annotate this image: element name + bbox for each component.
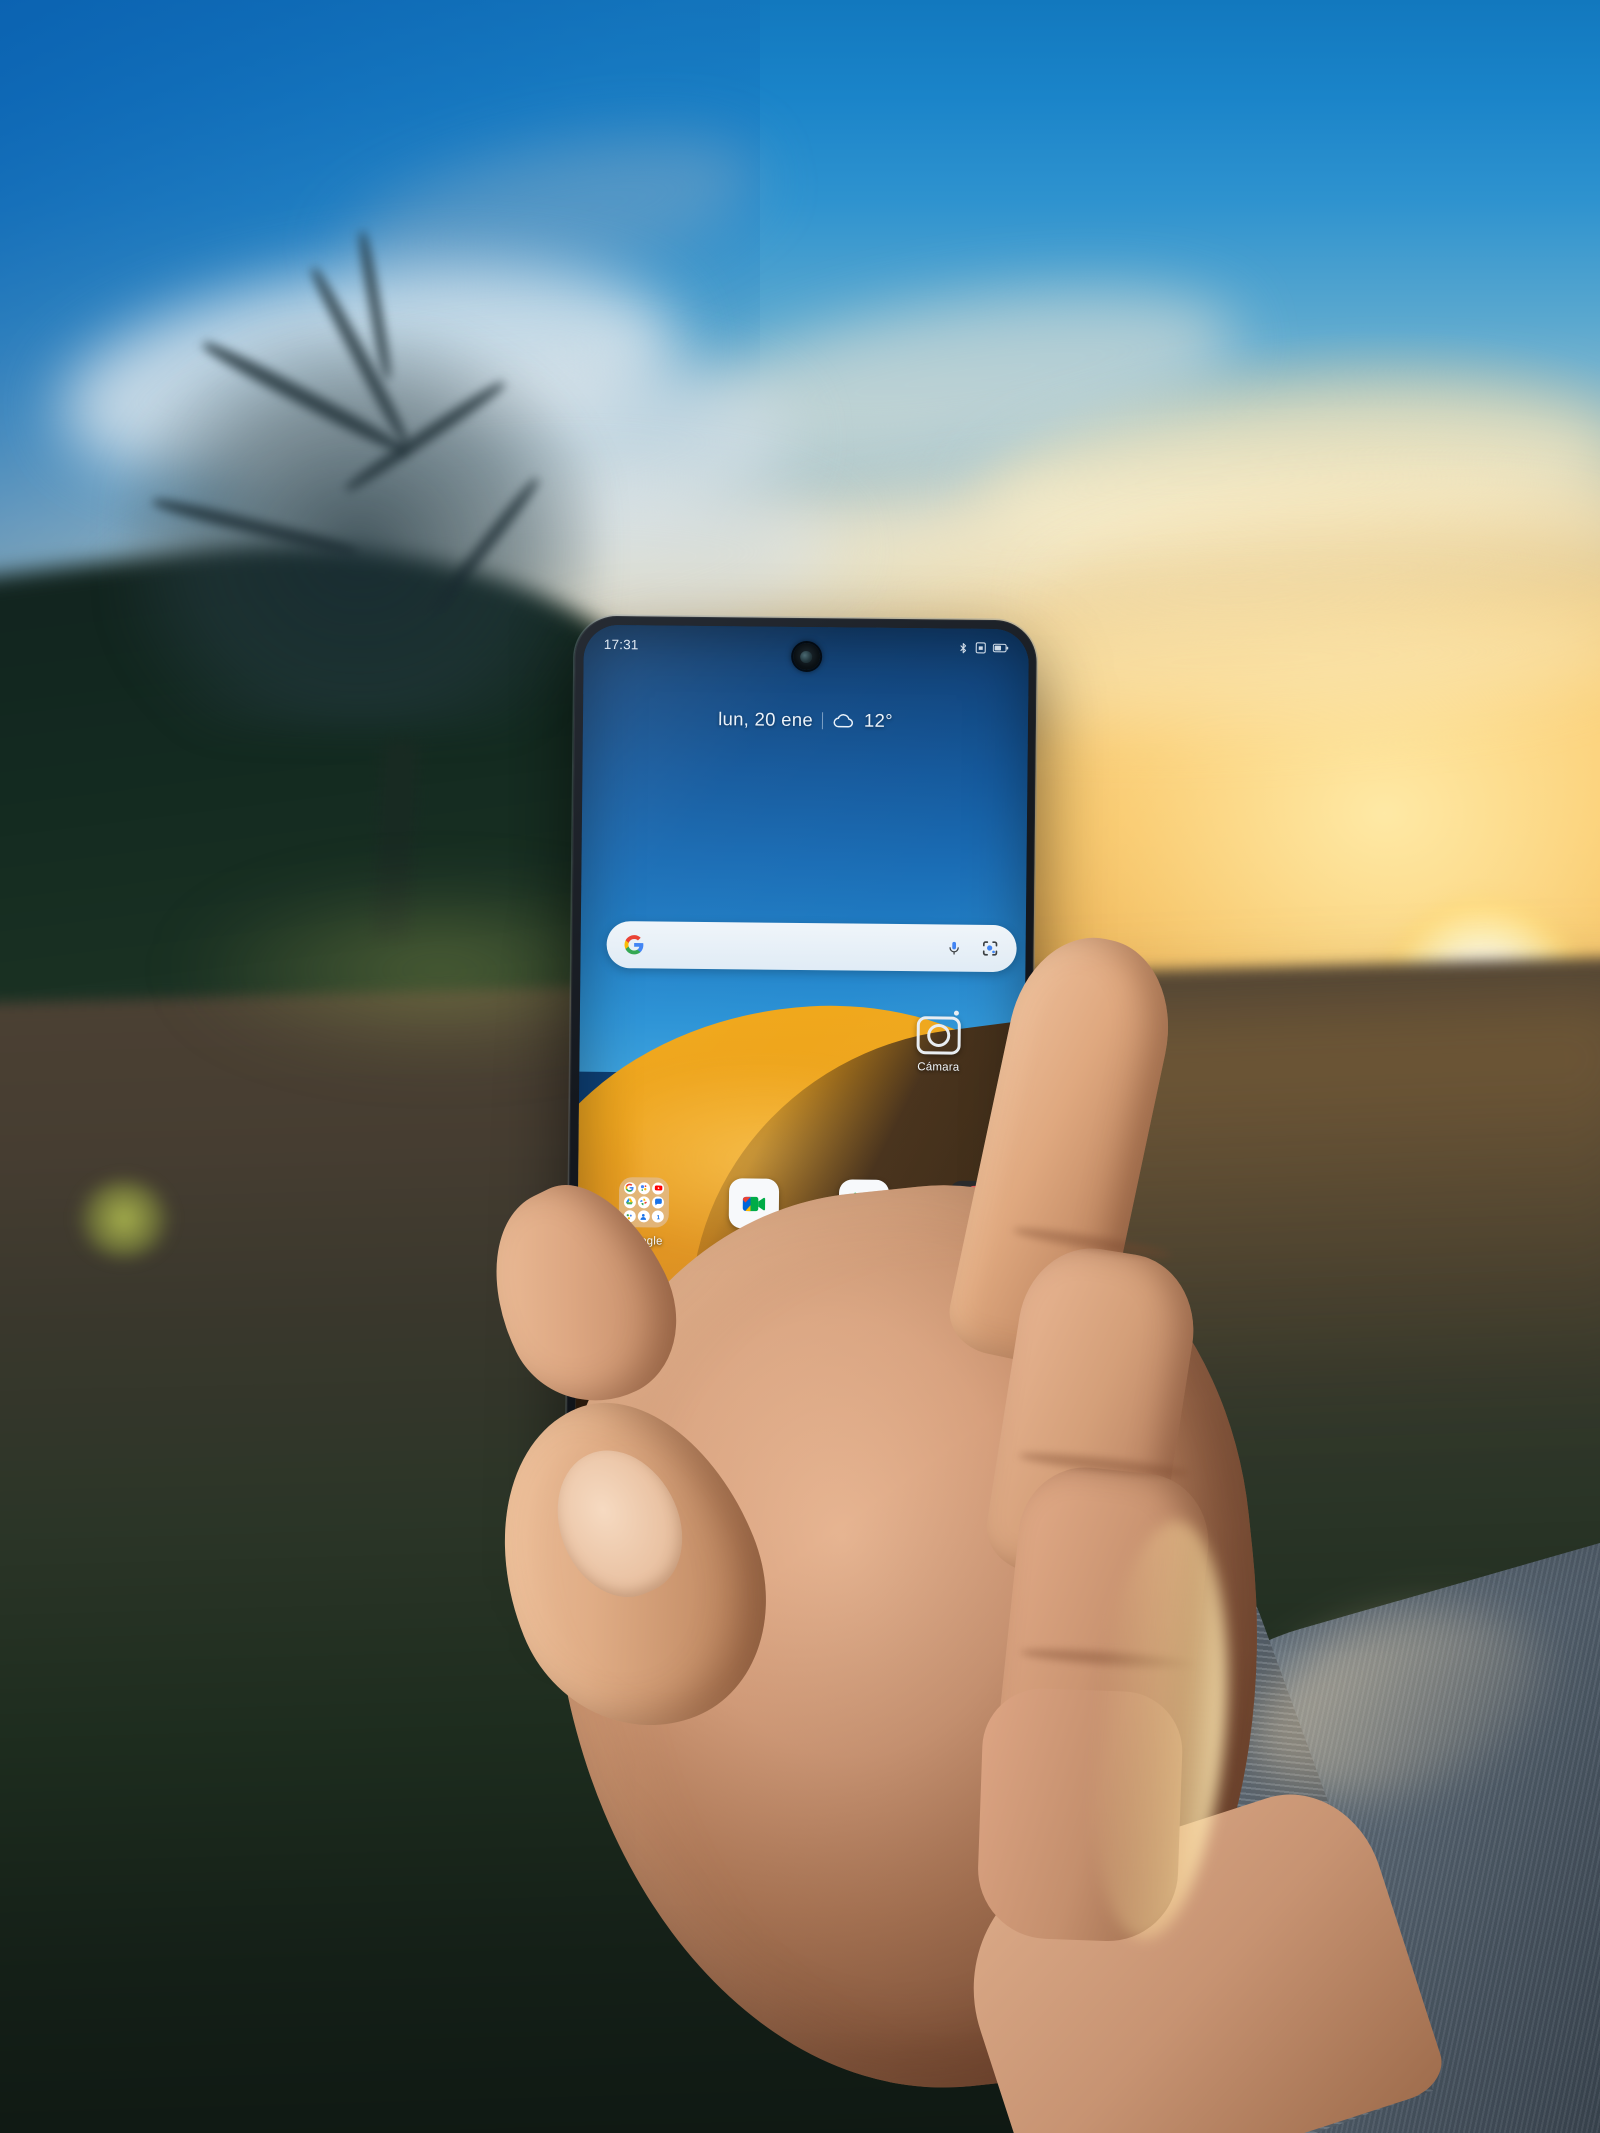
screenshot-root: 17:31 lun, 20 ene 12° Cámara 1 — [0, 0, 1600, 2133]
google-g-icon — [624, 934, 645, 955]
battery-icon — [992, 641, 1009, 655]
mini-icon-contacts — [637, 1210, 651, 1223]
lens-flare — [78, 1180, 170, 1258]
sim-card-icon — [975, 641, 987, 655]
mini-icon-youtube — [652, 1181, 665, 1195]
google-search-bar[interactable] — [606, 920, 1017, 973]
camera-icon — [916, 1016, 961, 1055]
mini-icon-assistant — [637, 1181, 651, 1195]
front-camera-punch-hole — [792, 642, 820, 671]
app-icon-camera[interactable]: Cámara — [897, 1016, 980, 1074]
search-input[interactable] — [645, 945, 947, 948]
cloud-icon — [832, 712, 855, 729]
app-label-camera: Cámara — [917, 1061, 960, 1074]
mini-icon-drive — [623, 1195, 636, 1209]
google-lens-icon[interactable] — [981, 939, 1000, 958]
svg-text:1: 1 — [656, 1215, 660, 1221]
widget-divider — [821, 711, 824, 729]
mini-icon-messages — [652, 1196, 665, 1209]
temperature-text: 12° — [863, 709, 893, 731]
date-text: lun, 20 ene — [718, 708, 814, 731]
bluetooth-icon — [958, 640, 969, 655]
status-bar-icons — [958, 640, 1009, 656]
mini-icon-google — [623, 1181, 636, 1195]
tree-canopy — [120, 330, 600, 730]
status-bar-clock: 17:31 — [603, 636, 639, 652]
mini-icon-google-one: 1 — [651, 1210, 665, 1224]
microphone-icon[interactable] — [947, 938, 962, 959]
mini-icon-photos — [637, 1196, 651, 1209]
date-weather-widget[interactable]: lun, 20 ene 12° — [583, 707, 1028, 734]
